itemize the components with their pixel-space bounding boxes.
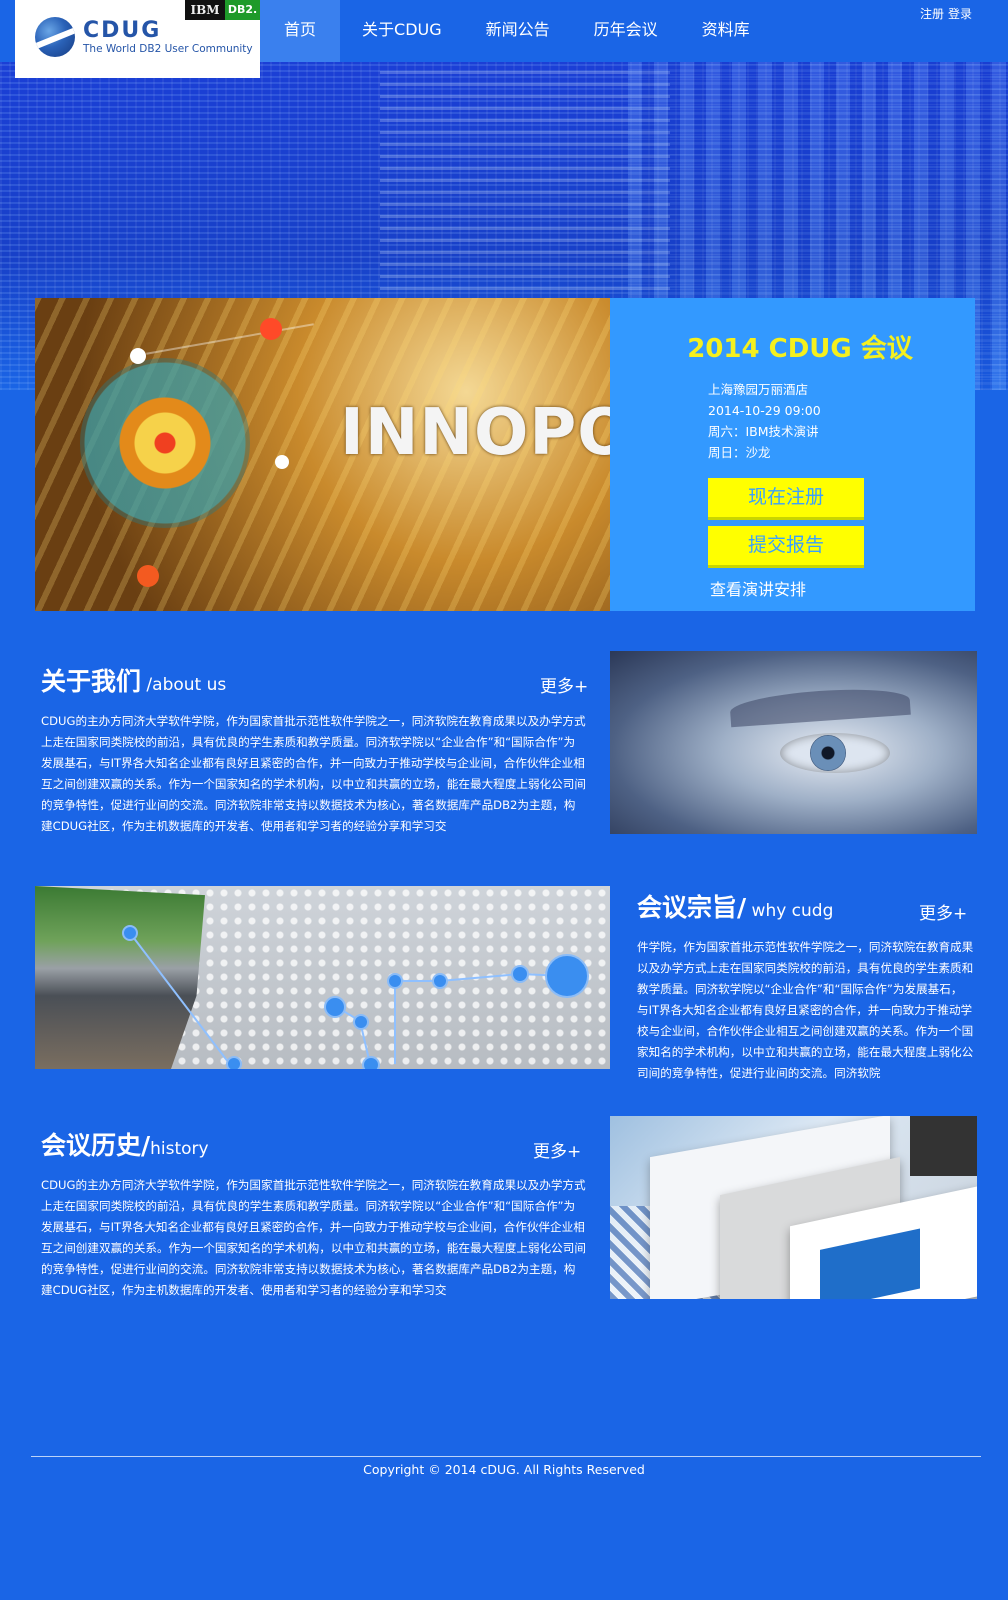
register-link[interactable]: 注册 — [920, 5, 944, 22]
site-logo[interactable]: CDUG The World DB2 User Community IBM DB… — [15, 0, 260, 78]
about-title: 关于我们 /about us — [41, 662, 226, 698]
network-node — [511, 965, 529, 983]
screen-banner — [820, 1228, 920, 1299]
why-title-en: why cudg — [746, 901, 834, 921]
logo-subtitle: The World DB2 User Community — [83, 43, 253, 55]
event-datetime: 2014-10-29 09:00 — [708, 403, 821, 418]
nav-item-news[interactable]: 新闻公告 — [464, 0, 572, 62]
nav-item-about[interactable]: 关于CDUG — [340, 0, 464, 62]
event-details: 上海豫园万丽酒店 2014-10-29 09:00 周六：IBM技术演讲 周日：… — [708, 379, 821, 463]
event-info-panel: 2014 CDUG 会议 上海豫园万丽酒店 2014-10-29 09:00 周… — [610, 298, 975, 611]
event-banner: INNOPO 2014 CDUG 会议 上海豫园万丽酒店 2014-10-29 … — [35, 298, 975, 611]
nav-item-conferences[interactable]: 历年会议 — [572, 0, 680, 62]
why-text: 件学院，作为国家首批示范性软件学院之一，同济软院在教育成果以及办学方式上走在国家… — [637, 940, 974, 1080]
why-more-link[interactable]: 更多+ — [919, 899, 967, 924]
event-venue: 上海豫园万丽酒店 — [708, 382, 809, 397]
network-node — [324, 996, 346, 1018]
about-title-en: /about us — [141, 675, 227, 695]
about-title-cn: 关于我们 — [41, 667, 142, 696]
logo-text: CDUG — [83, 18, 162, 43]
screen-corner — [910, 1116, 977, 1176]
image-word: INNOPO — [340, 396, 610, 470]
event-title: 2014 CDUG 会议 — [687, 334, 913, 364]
why-image — [35, 886, 610, 1069]
history-text: CDUG的主办方同济大学软件学院，作为国家首批示范性软件学院之一，同济软院在教育… — [41, 1178, 586, 1297]
face-eye — [780, 733, 890, 773]
event-saturday: 周六：IBM技术演讲 — [708, 424, 819, 439]
nav-item-library[interactable]: 资料库 — [680, 0, 772, 62]
auth-links: 注册 登录 — [920, 5, 972, 22]
ibm-logo: IBM — [185, 0, 225, 20]
network-node — [387, 973, 403, 989]
network-node — [362, 1056, 380, 1069]
footer-divider — [31, 1456, 981, 1457]
target-graphic — [80, 358, 250, 528]
event-image: INNOPO — [35, 298, 610, 611]
history-more-link[interactable]: 更多+ — [533, 1137, 581, 1162]
face-brow — [729, 684, 911, 728]
dot-graphic — [275, 455, 289, 469]
connector-line — [146, 323, 314, 355]
about-image — [610, 651, 977, 834]
face-iris — [810, 735, 846, 771]
db2-logo: DB2. — [225, 0, 260, 20]
dot-graphic — [260, 318, 282, 340]
footer-copyright: Copyright © 2014 cDUG. All Rights Reserv… — [363, 1462, 645, 1477]
submit-report-button[interactable]: 提交报告 — [708, 526, 864, 565]
login-link[interactable]: 登录 — [948, 5, 972, 22]
why-title-cn: 会议宗旨/ — [637, 893, 747, 922]
globe-logo-icon — [35, 17, 75, 57]
dot-graphic — [130, 348, 146, 364]
network-node — [122, 925, 138, 941]
nav-item-home[interactable]: 首页 — [260, 0, 341, 62]
history-title-en: history — [150, 1139, 209, 1159]
network-node — [545, 954, 589, 998]
main-nav: 首页 关于CDUG 新闻公告 历年会议 资料库 — [260, 0, 772, 62]
network-node — [353, 1014, 369, 1030]
about-more-link[interactable]: 更多+ — [540, 672, 588, 697]
view-schedule-link[interactable]: 查看演讲安排 — [710, 576, 806, 600]
event-sunday: 周日：沙龙 — [708, 445, 771, 460]
dot-graphic — [137, 565, 159, 587]
history-image — [610, 1116, 977, 1299]
why-title: 会议宗旨/ why cudg — [637, 888, 833, 924]
history-title-cn: 会议历史/ — [41, 1131, 151, 1160]
network-node — [226, 1056, 242, 1069]
history-title: 会议历史/history — [41, 1126, 209, 1162]
about-text: CDUG的主办方同济大学软件学院，作为国家首批示范性软件学院之一，同济软院在教育… — [41, 714, 586, 833]
network-node — [432, 973, 448, 989]
register-now-button[interactable]: 现在注册 — [708, 478, 864, 517]
